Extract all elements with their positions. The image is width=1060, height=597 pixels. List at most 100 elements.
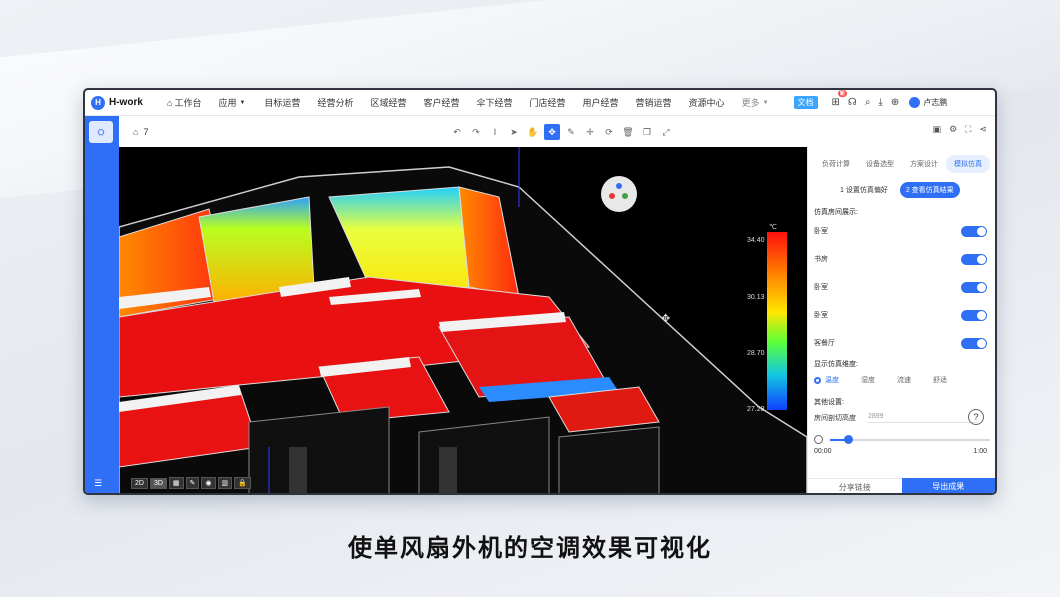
nav-item-region[interactable]: 区域经营 [370, 96, 406, 109]
doc-button[interactable]: 文档 [793, 96, 818, 109]
hand-icon[interactable]: ✋ [525, 124, 541, 140]
simulation-panel: 负荷计算 设备选型 方案设计 模拟仿真 1 设置仿真偏好 2 查看仿真结果 仿真… [807, 147, 995, 493]
view-3d-button[interactable]: 3D [149, 477, 167, 489]
time-end: 1:00 [973, 448, 987, 455]
compass-dot [616, 183, 622, 189]
save-icon[interactable]: ▣ [933, 124, 942, 135]
settings-icon[interactable]: ⚙ [949, 124, 957, 135]
app-window: H H-work ⌂ 工作台 应用 ▼ 目标运营 经营分析 区域经营 客户经营 … [83, 88, 997, 495]
nav-item-customer[interactable]: 客户经营 [423, 96, 459, 109]
other-title: 其他设置: [814, 399, 844, 406]
room-toggle[interactable] [961, 225, 987, 237]
pointer-icon[interactable]: ➤ [506, 124, 522, 140]
slider-knob[interactable] [844, 435, 853, 444]
toolbar-right: ▣ ⚙ ⛶ ⋖ [925, 124, 987, 135]
nav-more[interactable]: 更多 ▼ [742, 96, 771, 109]
time-slider[interactable] [814, 435, 995, 445]
share-icon[interactable]: ⋖ [979, 124, 987, 135]
export-button[interactable]: 导出成果 [901, 478, 995, 493]
eye-icon[interactable]: ◉ [201, 477, 216, 489]
nav-item-resources[interactable]: 资源中心 [689, 96, 725, 109]
radio-label: 流速 [897, 377, 911, 384]
headset-icon[interactable]: ☊ [848, 97, 857, 108]
3d-viewport[interactable]: ℃ 34.40 30.13 28.70 27.28 ✥ 2D 3D ▦ ✎ ◉ … [119, 147, 807, 493]
lock-icon[interactable]: 🔒 [234, 477, 251, 489]
draw-icon[interactable]: ✎ [563, 124, 579, 140]
nav-label: 应用 [218, 98, 237, 108]
expand-icon[interactable]: ⛶ [965, 124, 971, 135]
tab-load-calc[interactable]: 负荷计算 [814, 155, 858, 173]
nav-item-workbench[interactable]: ⌂ 工作台 [167, 96, 201, 109]
tab-simulation[interactable]: 模拟仿真 [946, 155, 990, 173]
nav-icons: ⊞ 新 ☊ ⌕ ⤓ ⊕ [832, 90, 908, 108]
nav-item-apps[interactable]: 应用 ▼ [218, 96, 247, 109]
layer-icon[interactable]: ▦ [168, 477, 184, 489]
measure-icon[interactable]: Ⅰ [487, 124, 503, 140]
floor-selector[interactable]: ⌂ 7 [133, 127, 148, 137]
delete-icon[interactable]: 🗑 [620, 124, 636, 140]
user-menu[interactable]: 卢志鹏 [909, 97, 947, 108]
time-labels: 00:00 1:00 [814, 448, 987, 455]
nav-item-analysis[interactable]: 经营分析 [317, 96, 353, 109]
undo-icon[interactable]: ↶ [449, 124, 465, 140]
radio-temperature[interactable]: 温度 [814, 375, 839, 385]
legend-label: 28.70 [747, 350, 765, 357]
nav-item-umbrella[interactable]: 伞下经营 [476, 96, 512, 109]
tab-equipment[interactable]: 设备选型 [858, 155, 902, 173]
tab-design[interactable]: 方案设计 [902, 155, 946, 173]
chart-icon[interactable]: ▥ [217, 477, 233, 489]
new-badge: 新 [837, 90, 847, 97]
room-toggle[interactable] [961, 281, 987, 293]
fullscreen-icon[interactable]: ⤢ [658, 124, 674, 140]
floor-number: 7 [143, 126, 149, 137]
top-navigation: H H-work ⌂ 工作台 应用 ▼ 目标运营 经营分析 区域经营 客户经营 … [85, 90, 995, 116]
compass-dot [622, 193, 628, 199]
tool-group: ↶ ↷ Ⅰ ➤ ✋ ✥ ✎ ✛ ⟳ 🗑 ❐ ⤢ [449, 124, 677, 140]
room-label: 卧室 [814, 312, 828, 319]
nav-more-label: 更多 [741, 98, 760, 108]
height-input[interactable]: 2899 [868, 413, 978, 423]
step-preferences[interactable]: 1 设置仿真偏好 [834, 182, 894, 198]
redo-icon[interactable]: ↷ [468, 124, 484, 140]
avatar [909, 97, 921, 108]
legend-label: 30.13 [747, 294, 765, 301]
nav-item-store[interactable]: 门店经营 [530, 96, 566, 109]
radio-comfort[interactable]: 舒适 [933, 375, 947, 385]
edit-icon[interactable]: ✎ [185, 477, 200, 489]
copy-icon[interactable]: ❐ [639, 124, 655, 140]
rotate-icon[interactable]: ⟳ [601, 124, 617, 140]
help-icon[interactable]: ? [968, 409, 984, 425]
move-icon[interactable]: ✛ [582, 124, 598, 140]
legend-label-max: 34.40 [747, 237, 765, 244]
left-rail: ⛭ ☰ [85, 116, 119, 493]
heatmap-floorplan [119, 147, 807, 493]
room-label: 客餐厅 [814, 340, 835, 347]
globe-icon[interactable]: ⊕ [891, 97, 899, 108]
nav-item-marketing[interactable]: 营销运营 [636, 96, 672, 109]
nav-item-target[interactable]: 目标运营 [264, 96, 300, 109]
rooms-title: 仿真房间展示: [814, 209, 858, 216]
step-results[interactable]: 2 查看仿真结果 [899, 182, 960, 198]
view-compass[interactable] [601, 176, 637, 212]
room-toggle[interactable] [961, 253, 987, 265]
radio-flow[interactable]: 流速 [897, 375, 911, 385]
radio-label: 温度 [825, 377, 839, 384]
play-icon[interactable] [814, 435, 823, 444]
home-icon: ⌂ [167, 97, 173, 108]
room-toggle[interactable] [961, 309, 987, 321]
view-2d-button[interactable]: 2D [131, 477, 148, 489]
download-icon[interactable]: ⤓ [878, 97, 882, 108]
share-link-button[interactable]: 分享链接 [808, 478, 902, 493]
rail-tool-button[interactable]: ⛭ [89, 121, 113, 143]
orbit-icon[interactable]: ✥ [544, 124, 560, 140]
logo[interactable]: H H-work [91, 95, 167, 110]
room-toggle[interactable] [961, 337, 987, 349]
search-icon[interactable]: ⌕ [865, 97, 871, 108]
nav-item-user[interactable]: 用户经营 [583, 96, 619, 109]
apps-grid-icon[interactable]: ⊞ 新 [832, 90, 847, 108]
compass-dot [609, 193, 615, 199]
collapse-icon[interactable]: ☰ [94, 478, 102, 489]
room-row: 卧室 [814, 301, 987, 329]
room-row: 客餐厅 [814, 329, 987, 357]
radio-humidity[interactable]: 湿度 [861, 375, 875, 385]
